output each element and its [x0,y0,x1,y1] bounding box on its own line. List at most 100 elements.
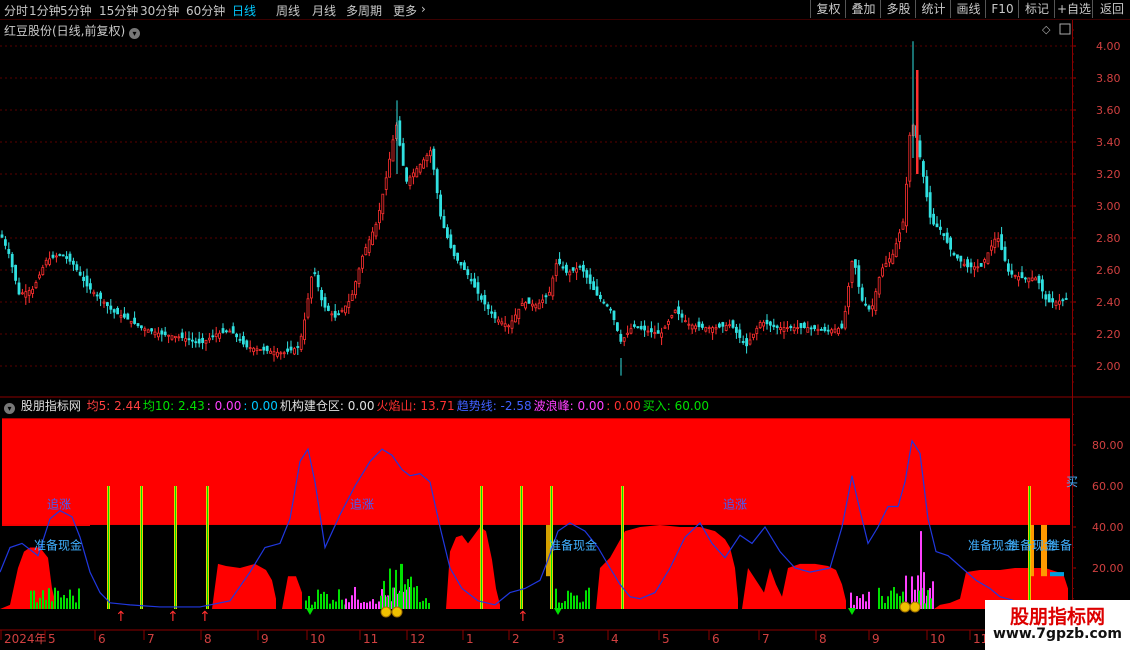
price-tick-label-1: 2.20 [1096,328,1121,341]
hist-bar [924,603,926,609]
candle [85,275,89,287]
hist-bar [72,595,74,609]
hist-bar [567,590,569,609]
candle [34,282,38,289]
candle [391,139,395,162]
candle [1051,298,1054,303]
hist-bar [893,587,895,609]
xaxis-label-12: 4 [611,632,619,646]
coin-icon [391,606,403,618]
candle [721,322,725,327]
candle [687,323,691,326]
candle [333,311,337,318]
candle [4,239,7,246]
candle [99,292,102,299]
flame-hill-2 [282,576,302,609]
candle [469,278,473,282]
candle [1020,272,1024,279]
candle [558,258,561,265]
candle [962,263,966,266]
xaxis-label-7: 11 [363,632,378,646]
buy-spike-core [141,486,142,609]
zone-label-1: 追涨 [350,497,374,512]
candle [1058,300,1061,305]
xaxis-label-2: 6 [98,632,106,646]
candle [633,324,636,327]
candle [765,319,769,325]
hist-bar [868,591,870,609]
candle [371,231,375,245]
candle [864,303,867,306]
zone-label-8: 买 [1066,475,1078,489]
candle [799,323,803,328]
candle [993,238,997,248]
candle [89,283,92,290]
candle [0,234,4,238]
candle [636,326,640,329]
candle [58,254,62,256]
hist-bar [400,563,403,609]
candle [646,330,650,333]
candle [932,213,935,225]
hist-bar [360,602,362,609]
candle [966,259,969,268]
candle [626,332,629,335]
hist-bar [850,592,852,609]
candle [711,327,714,333]
candle [190,339,194,342]
candle [595,286,599,296]
candle [177,336,181,339]
candle [718,323,721,328]
hist-bar [392,587,394,609]
candle [803,322,806,328]
candle [745,338,748,347]
candle [653,332,657,334]
candle [201,337,205,343]
candle [367,239,371,253]
candle [752,333,755,338]
candle [592,281,595,291]
candle [877,277,881,295]
candle [27,290,31,296]
candle [405,167,409,182]
buy-spike-core [481,486,482,609]
buy-arrow-icon: ↑ [115,609,127,625]
hist-bar [75,602,77,609]
hist-bar [890,590,892,609]
candle [894,243,898,257]
candle [95,294,99,297]
candle [218,332,222,339]
candle [956,254,959,259]
candle [901,221,905,230]
candle [442,216,446,229]
candle [979,263,983,267]
candle [969,262,973,268]
candle [850,260,854,283]
candle [248,347,252,349]
candle [411,172,415,178]
candle [48,258,51,265]
candle [476,282,480,294]
candle [384,177,388,190]
candle [524,302,527,309]
hist-bar [865,601,867,609]
candle [758,322,762,329]
hist-bar [425,598,427,609]
hist-bar [383,580,385,609]
candle [517,308,521,319]
zone-label-0: 追涨 [47,497,71,512]
coin-icon [899,601,911,613]
buy-arrow-icon: ↑ [199,609,211,625]
hist-bar [395,569,397,609]
buy-spike-core [207,486,208,609]
candle [857,265,861,287]
candle [255,348,259,352]
xaxis-label-17: 9 [872,632,880,646]
candle [656,330,660,334]
candle [789,326,793,329]
hist-bar [407,579,409,609]
candle [561,266,565,269]
hist-bar [896,593,898,609]
hist-bar [57,590,59,609]
hist-bar [30,590,32,609]
